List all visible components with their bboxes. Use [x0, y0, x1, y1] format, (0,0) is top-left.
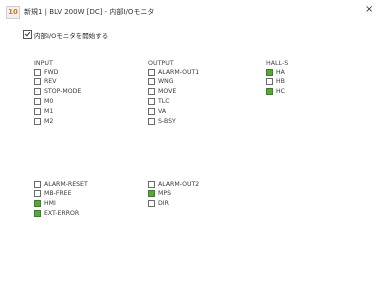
close-icon[interactable]: × [365, 4, 373, 16]
signal-label: HMI [44, 200, 56, 208]
signal-label: MPS [158, 190, 171, 198]
signal-indicator: ALARM-OUT1 [148, 68, 199, 76]
signal-label: MB-FREE [44, 190, 72, 198]
signal-label: M2 [44, 117, 54, 125]
signal-indicator: VA [148, 107, 166, 115]
led-on-icon [266, 68, 273, 76]
signal-indicator: STOP-MODE [34, 88, 81, 96]
signal-indicator: M0 [34, 97, 53, 105]
signal-label: S-BSY [158, 117, 176, 125]
signal-indicator: REV [34, 78, 56, 86]
led-off-icon [34, 78, 41, 86]
signal-indicator: ALARM-OUT2 [148, 180, 199, 188]
signal-indicator: TLC [148, 97, 170, 105]
signal-indicator: DIR [148, 200, 169, 208]
led-off-icon [148, 88, 155, 96]
signal-indicator: ALARM-RESET [34, 180, 88, 188]
monitor-enable-checkbox[interactable]: 内部I/Oモニタを開始する [23, 29, 108, 40]
signal-label: ALARM-RESET [44, 180, 88, 188]
signal-label: ALARM-OUT2 [158, 180, 200, 188]
led-on-icon [34, 200, 41, 208]
hall-section-title: HALL-S [266, 60, 289, 67]
title-bar: 10 新規1 | BLV 200W [DC] - 内部I/Oモニタ × [0, 0, 379, 22]
signal-indicator: HB [266, 78, 285, 86]
signal-indicator: M1 [34, 107, 53, 115]
signal-label: STOP-MODE [44, 88, 82, 96]
checkbox-checked-icon[interactable] [23, 30, 32, 39]
signal-label: MOVE [158, 88, 177, 96]
signal-label: REV [44, 78, 57, 86]
led-off-icon [34, 97, 41, 105]
signal-label: M0 [44, 97, 54, 105]
signal-indicator: HC [266, 88, 285, 96]
signal-indicator: WNG [148, 78, 174, 86]
monitor-panel [8, 26, 360, 282]
signal-label: EXT-ERROR [44, 209, 80, 217]
signal-label: FWD [44, 68, 59, 76]
led-on-icon [148, 190, 155, 198]
led-off-icon [148, 180, 155, 188]
output-section-title: OUTPUT [148, 60, 174, 67]
signal-label: HC [276, 88, 285, 96]
led-off-icon [34, 180, 41, 188]
signal-label: WNG [158, 78, 174, 86]
led-off-icon [148, 107, 155, 115]
signal-label: ALARM-OUT1 [158, 68, 200, 76]
signal-indicator: EXT-ERROR [34, 209, 79, 217]
signal-indicator: FWD [34, 68, 58, 76]
signal-indicator: HMI [34, 200, 56, 208]
signal-indicator: HA [266, 68, 285, 76]
led-off-icon [34, 68, 41, 76]
led-off-icon [148, 68, 155, 76]
led-off-icon [34, 88, 41, 96]
window-title: 新規1 | BLV 200W [DC] - 内部I/Oモニタ [24, 8, 155, 16]
signal-label: HA [276, 68, 285, 76]
led-on-icon [266, 88, 273, 96]
led-off-icon [34, 190, 41, 198]
signal-indicator: MPS [148, 190, 171, 198]
signal-label: HB [276, 78, 285, 86]
led-off-icon [34, 107, 41, 115]
led-off-icon [148, 97, 155, 105]
monitor-enable-label: 内部I/Oモニタを開始する [34, 31, 109, 40]
signal-label: DIR [158, 200, 169, 208]
signal-indicator: MB-FREE [34, 190, 72, 198]
signal-indicator: S-BSY [148, 117, 176, 125]
input-section-title: INPUT [34, 60, 53, 67]
led-off-icon [148, 78, 155, 86]
led-off-icon [34, 117, 41, 125]
signal-label: TLC [158, 97, 170, 105]
led-on-icon [34, 209, 41, 217]
led-off-icon [148, 200, 155, 208]
led-off-icon [148, 117, 155, 125]
led-off-icon [266, 78, 273, 86]
signal-label: VA [158, 107, 167, 115]
signal-indicator: MOVE [148, 88, 176, 96]
app-icon: 10 [6, 6, 20, 19]
signal-indicator: M2 [34, 117, 53, 125]
signal-label: M1 [44, 107, 54, 115]
